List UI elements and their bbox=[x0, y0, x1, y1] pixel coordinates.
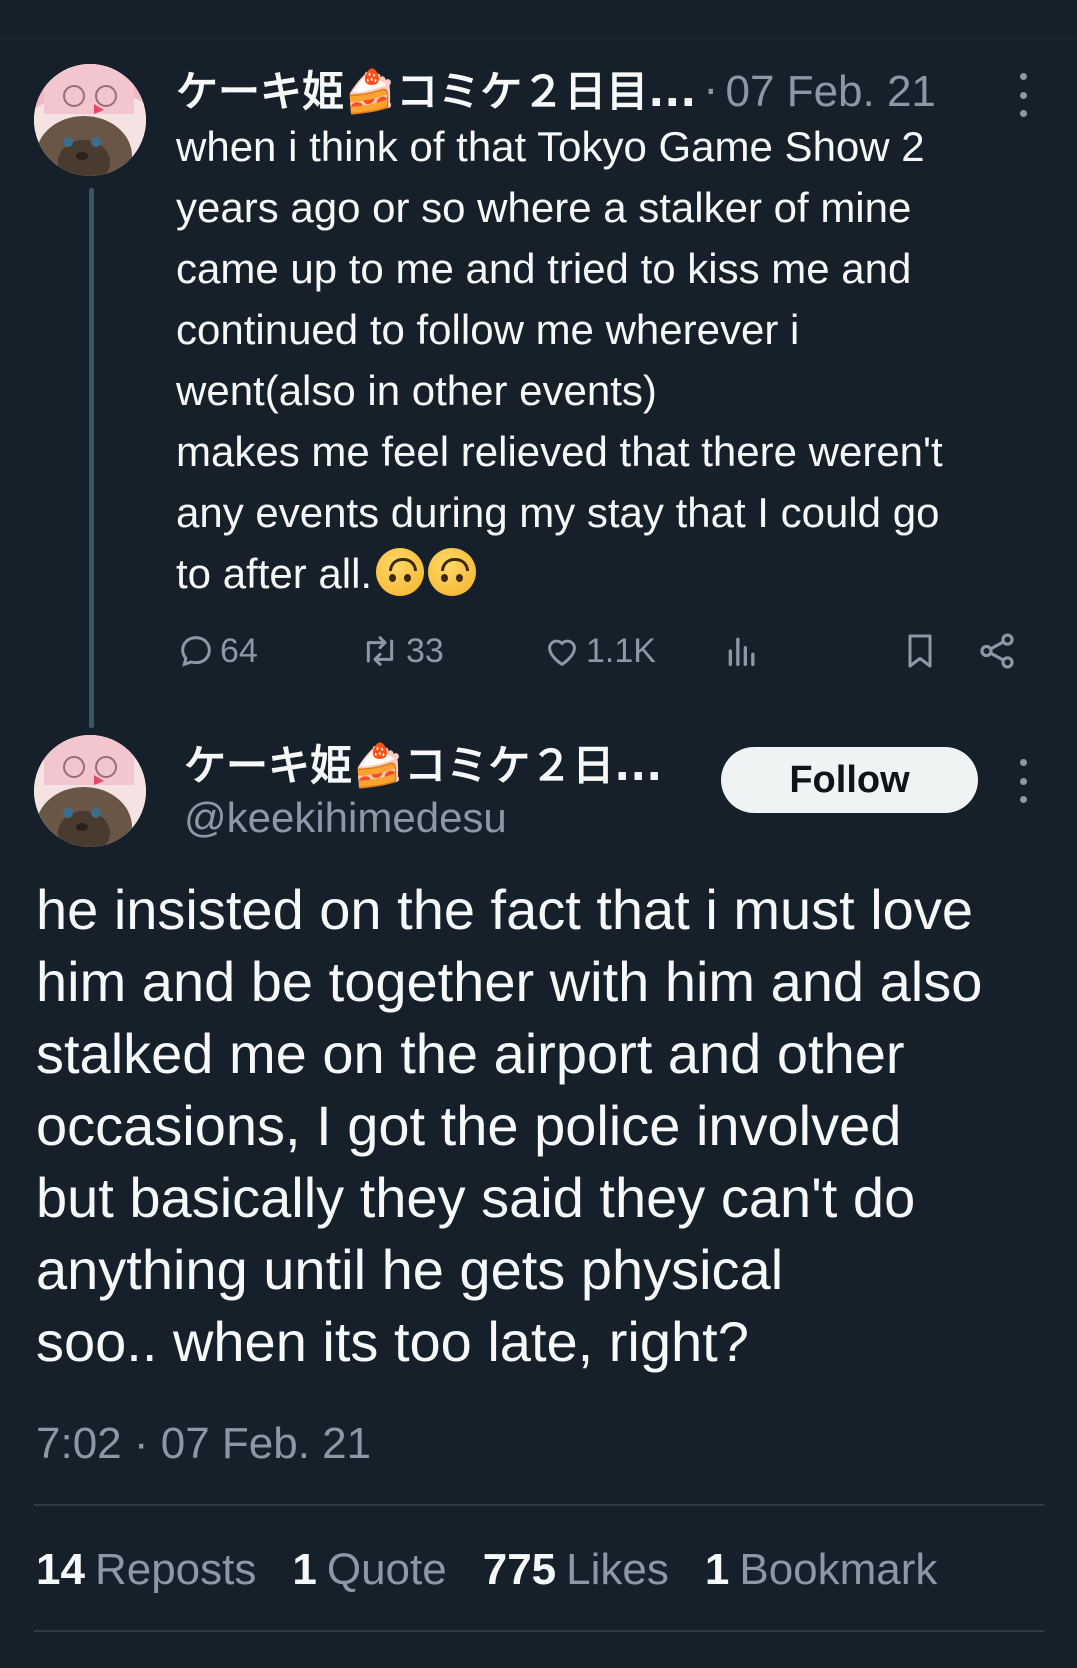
repost-button[interactable]: 33 bbox=[358, 625, 444, 677]
author-handle[interactable]: @keekihimedesu bbox=[184, 790, 507, 846]
header-separator: · bbox=[704, 67, 718, 116]
tweet-timestamp[interactable]: 7:02 · 07 Feb. 21 bbox=[36, 1416, 371, 1472]
tweet-stats: 14 Reposts 1 Quote 775 Likes 1 Bookmark bbox=[36, 1540, 973, 1600]
stat-bookmarks[interactable]: 1 Bookmark bbox=[705, 1545, 938, 1595]
avatar[interactable] bbox=[34, 735, 146, 847]
thread-connector bbox=[89, 188, 94, 728]
author-name[interactable]: ケーキ姫🍰コミケ２日... bbox=[184, 738, 662, 794]
heart-icon bbox=[548, 639, 576, 666]
like-count: 1.1K bbox=[586, 631, 656, 670]
tweet-text: when i think of that Tokyo Game Show 2 y… bbox=[176, 116, 1056, 604]
repost-count: 33 bbox=[406, 631, 444, 670]
bookmark-button[interactable] bbox=[900, 625, 944, 677]
analytics-icon bbox=[728, 637, 755, 666]
tweet-actions: 64 33 1.1K bbox=[176, 625, 1036, 677]
share-icon bbox=[980, 633, 1014, 669]
stat-quotes[interactable]: 1 Quote bbox=[292, 1545, 446, 1595]
tweet-text: he insisted on the fact that i must love… bbox=[36, 878, 983, 1373]
views-button[interactable] bbox=[722, 625, 766, 677]
share-button[interactable] bbox=[976, 625, 1022, 677]
tweet-header: ケーキ姫🍰コミケ２日目... · 07 Feb. 21 bbox=[176, 64, 936, 120]
upside-down-face-emoji-icon bbox=[376, 548, 425, 596]
avatar[interactable] bbox=[34, 64, 146, 176]
reply-button[interactable]: 64 bbox=[176, 625, 258, 677]
upside-down-face-emoji-icon bbox=[428, 548, 477, 596]
like-button[interactable]: 1.1K bbox=[542, 625, 656, 677]
stat-reposts[interactable]: 14 Reposts bbox=[36, 1545, 256, 1595]
author-name[interactable]: ケーキ姫🍰コミケ２日目... bbox=[176, 64, 696, 120]
divider bbox=[34, 1504, 1044, 1506]
tweet-body: when i think of that Tokyo Game Show 2 y… bbox=[176, 123, 943, 597]
more-options-icon[interactable] bbox=[1011, 759, 1035, 803]
more-options-icon[interactable] bbox=[1011, 73, 1035, 117]
tweet-date[interactable]: 07 Feb. 21 bbox=[726, 64, 936, 120]
stat-likes[interactable]: 775 Likes bbox=[483, 1545, 669, 1595]
divider bbox=[34, 1630, 1044, 1632]
reply-icon bbox=[181, 636, 211, 667]
reply-count: 64 bbox=[220, 631, 258, 670]
follow-button[interactable]: Follow bbox=[721, 747, 978, 813]
bookmark-icon bbox=[908, 634, 932, 668]
parent-tweet[interactable]: ケーキ姫🍰コミケ２日目... · 07 Feb. 21 when i think… bbox=[0, 0, 1077, 728]
repost-icon bbox=[366, 636, 394, 666]
